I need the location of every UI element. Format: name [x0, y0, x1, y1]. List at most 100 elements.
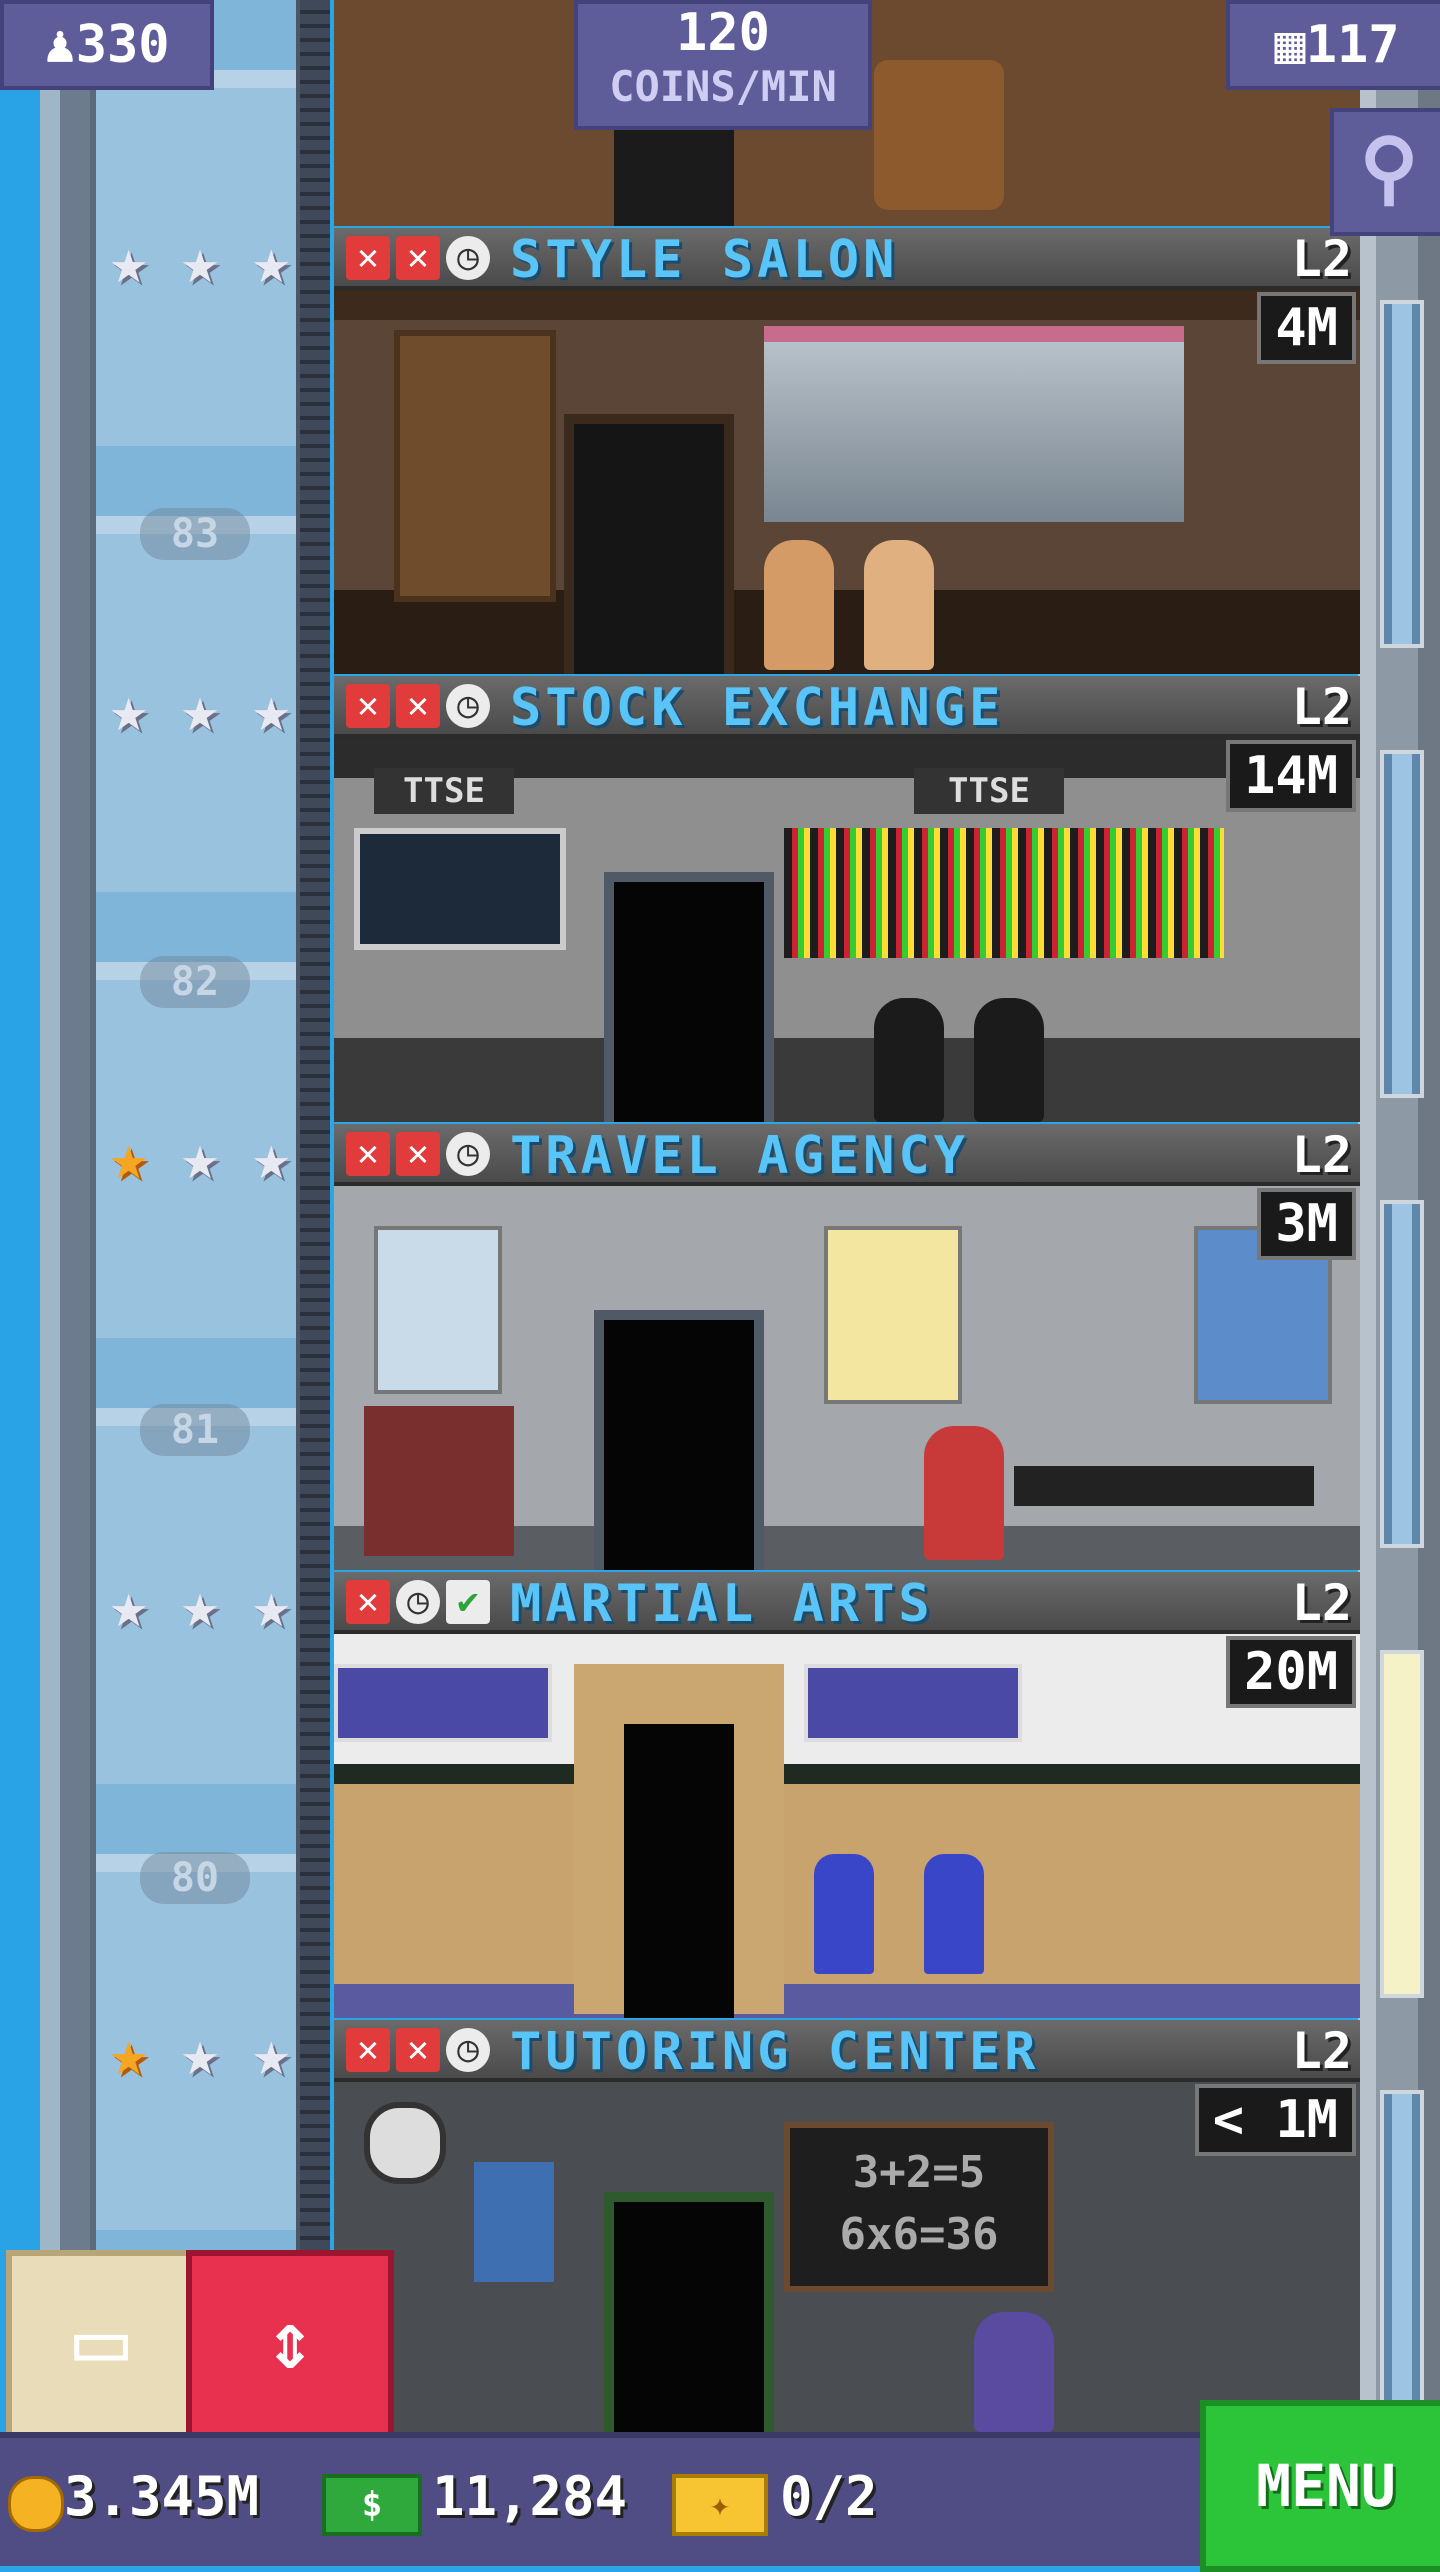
wall-clock-icon [364, 2102, 446, 2184]
floor-header: ✕ ◷ ✔ MARTIAL ARTS L2 [334, 1572, 1360, 1634]
x-icon: ✕ [396, 2028, 440, 2072]
door [624, 1724, 734, 2018]
floor-number: 82 [140, 956, 250, 1008]
floor-stars: ★ ★ ★ [95, 676, 305, 746]
mirror-window [764, 326, 1184, 522]
floor-value: 14M [1226, 740, 1356, 812]
floors-counter[interactable]: ▦117 [1226, 0, 1440, 90]
check-icon: ✔ [446, 1580, 490, 1624]
up-down-arrows-icon: ⇕ [265, 2294, 315, 2387]
star-icon-gold: ★ [109, 1121, 148, 1195]
floor-style-salon[interactable]: ✕ ✕ ◷ STYLE SALON L2 4M [334, 228, 1360, 674]
door [564, 414, 734, 674]
floor-stars: ★ ★ ★ [95, 1572, 305, 1642]
floor-name: TRAVEL AGENCY [510, 1126, 969, 1186]
population-value: 330 [75, 15, 170, 75]
poster [824, 1226, 962, 1404]
x-icon: ✕ [396, 236, 440, 280]
floor-name: MARTIAL ARTS [510, 1574, 934, 1634]
floor-martial-arts[interactable]: ✕ ◷ ✔ MARTIAL ARTS L2 20M [334, 1572, 1360, 2018]
trader [974, 998, 1044, 1122]
floor-level: L2 [1291, 678, 1352, 736]
sign: TTSE [374, 768, 514, 814]
floor-name: STOCK EXCHANGE [510, 678, 1005, 738]
coins-value: 3.345M [64, 2465, 260, 2528]
punching-bag [924, 1854, 984, 1974]
x-icon: ✕ [346, 236, 390, 280]
box-icon: ▭ [73, 2288, 129, 2393]
build-floor-button[interactable]: ▭ [6, 2250, 196, 2444]
floor-scene: 20M [334, 1634, 1360, 2018]
star-icon: ★ [180, 225, 220, 299]
star-icon: ★ [109, 225, 148, 299]
building-icon: ▦ [1274, 15, 1306, 75]
floor-stars: ★ ★ ★ [95, 228, 305, 298]
star-icon: ★ [109, 1569, 148, 1643]
side-window [1380, 750, 1424, 1098]
floor-stars: ★ ★ ★ [95, 2020, 305, 2090]
banner [334, 1664, 552, 1742]
floor-header: ✕ ✕ ◷ STOCK EXCHANGE L2 [334, 676, 1360, 738]
star-icon: ★ [180, 1569, 220, 1643]
coins-rate-unit: COINS/MIN [609, 62, 837, 111]
floor-name: STYLE SALON [510, 230, 899, 290]
coins-rate-value: 120 [676, 3, 770, 63]
floor-number: 80 [140, 1852, 250, 1904]
floor-scene: TTSE TTSE 14M [334, 738, 1360, 1122]
star-icon: ★ [180, 1121, 220, 1195]
floor-level: L2 [1291, 1574, 1352, 1632]
floor-number: 81 [140, 1404, 250, 1456]
elevator-rail [300, 0, 330, 2560]
x-icon: ✕ [346, 684, 390, 728]
floor-number: 83 [140, 508, 250, 560]
door [594, 1310, 764, 1570]
star-icon: ★ [252, 225, 291, 299]
floor-stars: ★ ★ ★ [95, 1124, 305, 1194]
x-icon: ✕ [396, 684, 440, 728]
floor-tutoring-center[interactable]: ✕ ✕ ◷ TUTORING CENTER L2 3+2=5 6x6=36 < … [334, 2020, 1360, 2432]
elevator-shaft[interactable] [96, 0, 296, 2560]
brochure-rack [364, 1406, 514, 1556]
side-window [1380, 2090, 1424, 2438]
person-icon: ♟ [44, 15, 76, 75]
floor-travel-agency[interactable]: ✕ ✕ ◷ TRAVEL AGENCY L2 3M [334, 1124, 1360, 1570]
golden-ticket-icon: ✦ [672, 2474, 768, 2536]
clock-icon: ◷ [446, 236, 490, 280]
bux-value: 11,284 [432, 2465, 628, 2528]
coin-icon [8, 2476, 64, 2532]
elevator-ride-button[interactable]: ⇕ [186, 2250, 394, 2444]
x-icon: ✕ [346, 2028, 390, 2072]
population-counter[interactable]: ♟330 [0, 0, 214, 90]
star-icon: ★ [109, 673, 148, 747]
floor-level: L2 [1291, 1126, 1352, 1184]
tower-bux-icon: $ [322, 2474, 422, 2536]
floor-stock-exchange[interactable]: ✕ ✕ ◷ STOCK EXCHANGE L2 TTSE TTSE 14M [334, 676, 1360, 1122]
trader [874, 998, 944, 1122]
customer [764, 540, 834, 670]
clock-icon: ◷ [446, 2028, 490, 2072]
customer [864, 540, 934, 670]
poster [474, 2162, 554, 2282]
poster [374, 1226, 502, 1394]
x-icon: ✕ [396, 1132, 440, 1176]
x-icon: ✕ [346, 1580, 390, 1624]
floor-level: L2 [1291, 2022, 1352, 2080]
clock-icon: ◷ [446, 684, 490, 728]
desk [1014, 1466, 1314, 1506]
stock-board [784, 828, 1224, 958]
floor-value: 20M [1226, 1636, 1356, 1708]
floor-value: 4M [1257, 292, 1356, 364]
search-button[interactable]: ⚲ [1330, 108, 1440, 236]
star-icon: ★ [252, 1121, 291, 1195]
star-icon: ★ [180, 2017, 220, 2091]
chalkboard-line: 6x6=36 [839, 2209, 999, 2260]
floors-value: 117 [1305, 15, 1400, 75]
floor-header: ✕ ✕ ◷ TRAVEL AGENCY L2 [334, 1124, 1360, 1186]
tutor [974, 2312, 1054, 2432]
floor-scene: 3M [334, 1186, 1360, 1570]
menu-button[interactable]: MENU [1200, 2400, 1440, 2572]
floor-header: ✕ ✕ ◷ TUTORING CENTER L2 [334, 2020, 1360, 2082]
star-icon: ★ [252, 1569, 291, 1643]
chalkboard: 3+2=5 6x6=36 [784, 2122, 1054, 2292]
floor-value: < 1M [1194, 2084, 1356, 2156]
